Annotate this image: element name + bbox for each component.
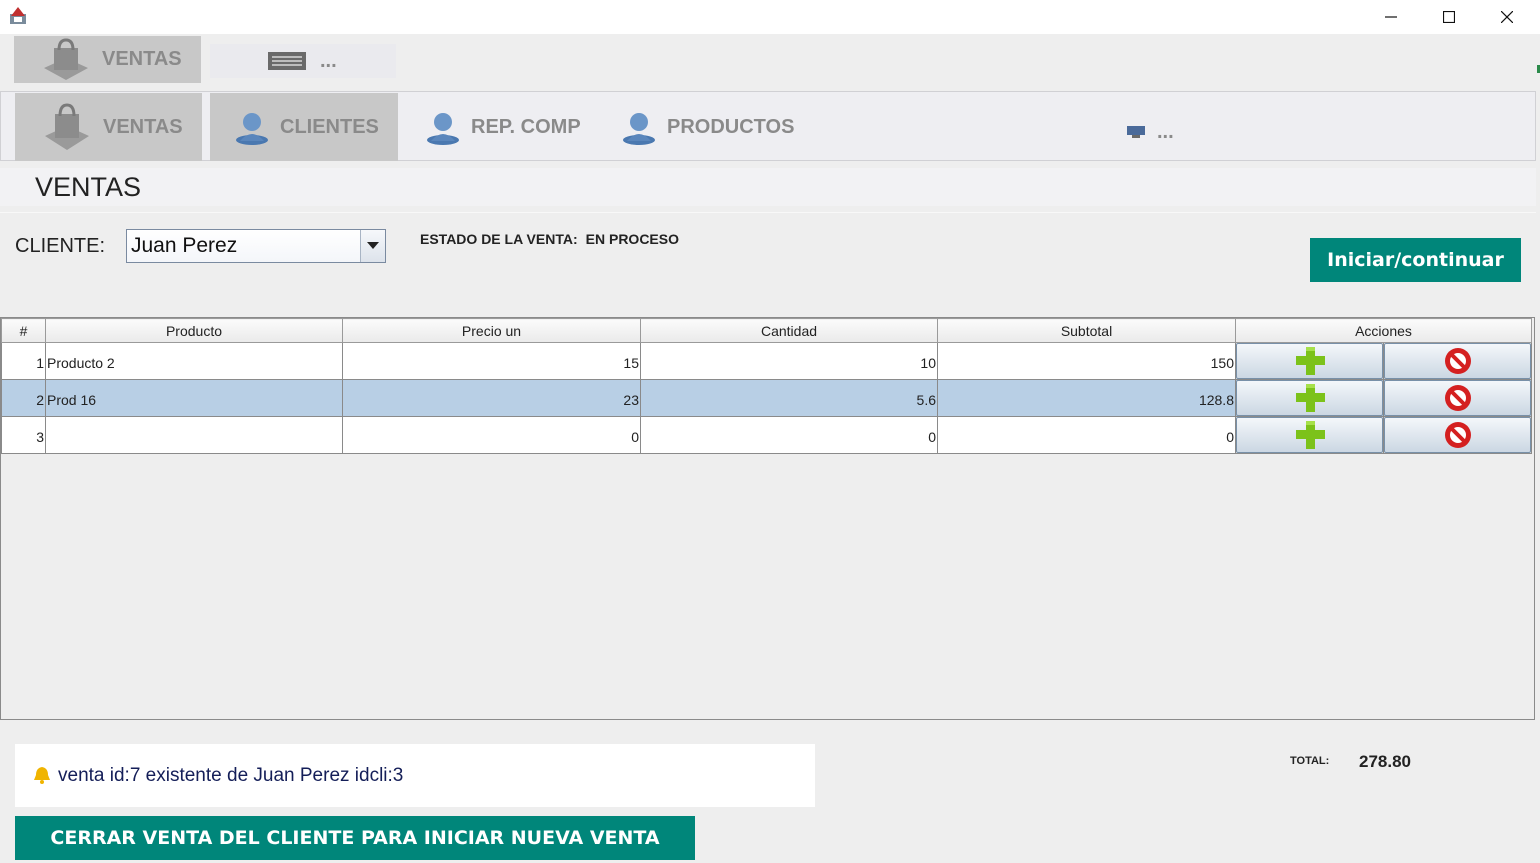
sale-items-table: # Producto Precio un Cantidad Subtotal A… [0, 317, 1535, 720]
nav-rep-comp[interactable]: REP. COMP [413, 93, 603, 161]
user-icon [427, 113, 459, 145]
cell-producto[interactable]: Prod 16 [45, 379, 343, 417]
col-header-subtotal[interactable]: Subtotal [937, 318, 1236, 343]
cell-num[interactable]: 3 [1, 416, 46, 454]
col-header-num[interactable]: # [1, 318, 46, 343]
nav-rep-comp-label: REP. COMP [471, 115, 581, 138]
window-titlebar [0, 0, 1540, 34]
estado-value: EN PROCESO [585, 231, 679, 247]
plus-icon [1295, 347, 1325, 375]
nav-more[interactable]: ... [1121, 112, 1201, 152]
table-row[interactable]: 3 0 0 0 [1, 416, 1532, 454]
cell-producto[interactable]: Producto 2 [45, 342, 343, 380]
add-item-button[interactable] [1236, 417, 1383, 453]
cell-delete [1383, 416, 1532, 454]
plus-icon [1295, 421, 1325, 449]
monitor-icon [1127, 126, 1145, 138]
cell-producto[interactable] [45, 416, 343, 454]
cell-delete [1383, 342, 1532, 380]
total-value: 278.80 [1359, 752, 1411, 771]
cell-precio[interactable]: 15 [342, 342, 641, 380]
minimize-button[interactable] [1362, 0, 1420, 34]
no-entry-icon [1444, 422, 1471, 448]
cell-num[interactable]: 2 [1, 379, 46, 417]
cell-num[interactable]: 1 [1, 342, 46, 380]
table-row[interactable]: 1 Producto 2 15 10 150 [1, 342, 1532, 380]
estado-label: ESTADO DE LA VENTA: [420, 231, 578, 247]
cell-cantidad[interactable]: 5.6 [640, 379, 938, 417]
main-nav: VENTAS CLIENTES REP. COMP PRODUCTOS ... [0, 91, 1536, 161]
col-header-precio[interactable]: Precio un [342, 318, 641, 343]
table-row[interactable]: 2 Prod 16 23 5.6 128.8 [1, 379, 1532, 417]
add-item-button[interactable] [1236, 380, 1383, 416]
cell-add [1235, 342, 1384, 380]
cell-delete [1383, 379, 1532, 417]
user-icon [623, 113, 655, 145]
cliente-select[interactable]: Juan Perez [126, 229, 386, 263]
nav-ventas[interactable]: VENTAS [15, 93, 202, 161]
cell-cantidad[interactable]: 10 [640, 342, 938, 380]
col-header-cantidad[interactable]: Cantidad [640, 318, 938, 343]
app-icon [10, 7, 26, 24]
nav-ventas-label: VENTAS [103, 115, 183, 138]
shopping-bag-icon [45, 103, 89, 150]
cell-precio[interactable]: 0 [342, 416, 641, 454]
top-nav: VENTAS ... [0, 34, 1540, 90]
close-button[interactable] [1478, 0, 1536, 34]
table-header-row: # Producto Precio un Cantidad Subtotal A… [1, 318, 1532, 343]
top-nav-ventas-label: VENTAS [102, 48, 182, 70]
cell-add [1235, 379, 1384, 417]
status-message-box: venta id:7 existente de Juan Perez idcli… [15, 744, 815, 807]
total-label: TOTAL: [1290, 755, 1330, 767]
no-entry-icon [1444, 385, 1471, 411]
nav-clientes-label: CLIENTES [280, 115, 379, 138]
delete-item-button[interactable] [1384, 343, 1531, 379]
nav-productos-label: PRODUCTOS [667, 115, 795, 138]
top-nav-more-label: ... [320, 49, 337, 72]
cliente-select-value: Juan Perez [131, 234, 238, 257]
col-header-acciones[interactable]: Acciones [1235, 318, 1532, 343]
delete-item-button[interactable] [1384, 380, 1531, 416]
bell-icon [34, 767, 50, 784]
items-table: # Producto Precio un Cantidad Subtotal A… [1, 318, 1532, 454]
iniciar-continuar-button[interactable]: Iniciar/continuar [1310, 238, 1521, 282]
page-title: VENTAS [35, 172, 142, 202]
maximize-button[interactable] [1420, 0, 1478, 34]
nav-productos[interactable]: PRODUCTOS [609, 93, 809, 161]
cerrar-venta-button[interactable]: CERRAR VENTA DEL CLIENTE PARA INICIAR NU… [15, 816, 695, 860]
cell-subtotal[interactable]: 128.8 [937, 379, 1236, 417]
cell-add [1235, 416, 1384, 454]
delete-item-button[interactable] [1384, 417, 1531, 453]
cell-subtotal[interactable]: 0 [937, 416, 1236, 454]
plus-icon [1295, 384, 1325, 412]
no-entry-icon [1444, 348, 1471, 374]
user-icon [236, 113, 268, 145]
top-nav-more[interactable]: ... [210, 44, 396, 78]
shopping-bag-icon [44, 37, 88, 80]
sale-form: CLIENTE: Juan Perez ESTADO DE LA VENTA: E… [0, 212, 1536, 306]
estado-venta: ESTADO DE LA VENTA: EN PROCESO [420, 231, 687, 247]
chevron-down-icon[interactable] [360, 230, 385, 262]
nav-clientes[interactable]: CLIENTES [210, 93, 398, 161]
list-icon [268, 52, 306, 70]
cell-subtotal[interactable]: 150 [937, 342, 1236, 380]
cell-cantidad[interactable]: 0 [640, 416, 938, 454]
col-header-producto[interactable]: Producto [45, 318, 343, 343]
top-nav-ventas[interactable]: VENTAS [14, 36, 201, 83]
status-message: venta id:7 existente de Juan Perez idcli… [58, 765, 404, 786]
cell-precio[interactable]: 23 [342, 379, 641, 417]
section-header: VENTAS [0, 168, 1536, 206]
add-item-button[interactable] [1236, 343, 1383, 379]
nav-more-label: ... [1157, 120, 1174, 143]
cliente-label: CLIENTE: [15, 235, 106, 257]
